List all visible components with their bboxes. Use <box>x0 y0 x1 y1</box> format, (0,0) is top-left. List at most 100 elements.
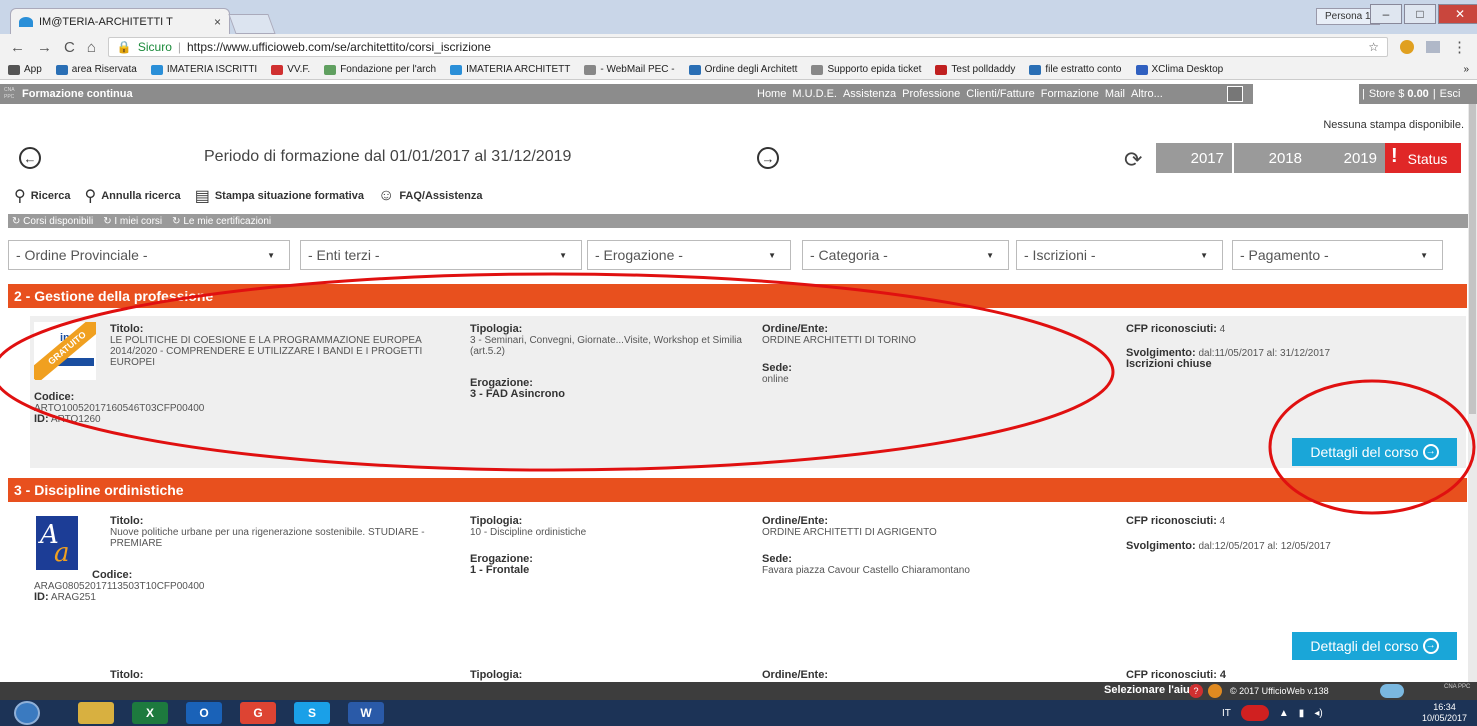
bookmark-label: App <box>24 64 42 75</box>
arrow-right-circle-icon: → <box>1422 444 1439 460</box>
filter-iscrizioni[interactable]: - Iscrizioni - ▼ <box>1016 240 1223 270</box>
filter-pagamento[interactable]: - Pagamento - ▼ <box>1232 240 1443 270</box>
print-report-button[interactable]: ▤ Stampa situazione formativa <box>195 186 364 206</box>
year-2018-button[interactable]: 2018 <box>1234 143 1310 173</box>
top-menu-item[interactable]: Home <box>757 88 786 100</box>
tray-app-icon[interactable] <box>1240 705 1269 721</box>
prev-period-icon[interactable]: ← <box>19 147 41 169</box>
bookmark-favicon-icon <box>584 64 597 75</box>
filter-enti-terzi[interactable]: - Enti terzi - ▼ <box>300 240 582 270</box>
tab-available-courses[interactable]: ↻ Corsi disponibili <box>12 216 93 227</box>
taskbar-app-icon[interactable]: O <box>186 702 222 724</box>
help-question-icon[interactable]: ? <box>1189 684 1203 698</box>
bookmark-item[interactable]: area Riservata <box>55 64 137 75</box>
minimize-button[interactable]: – <box>1370 4 1402 24</box>
refresh-icon[interactable]: ⟳ <box>1124 147 1142 173</box>
help-label[interactable]: Selezionare l'aiuto <box>1104 684 1200 696</box>
store-label[interactable]: Store $ 0.00 <box>1369 88 1429 100</box>
filter-ordine-provinciale[interactable]: - Ordine Provinciale - ▼ <box>8 240 290 270</box>
top-menu-item[interactable]: Altro... <box>1131 88 1163 100</box>
status-button[interactable]: ! Status <box>1385 143 1461 173</box>
cna-logo-icon: CNA PPC <box>4 87 15 100</box>
top-menu-item[interactable]: Formazione <box>1041 88 1099 100</box>
chevron-down-icon: ▼ <box>1200 250 1208 260</box>
top-menu-item[interactable]: Professione <box>902 88 960 100</box>
course-details-button[interactable]: Dettagli del corso → <box>1292 438 1457 466</box>
type-label: Tipologia: <box>470 323 523 335</box>
taskbar-app-icon[interactable]: G <box>240 702 276 724</box>
reload-icon[interactable]: C <box>64 39 75 56</box>
taskbar-app-icon[interactable]: X <box>132 702 168 724</box>
network-icon[interactable]: ▮ <box>1299 708 1305 719</box>
bookmark-item[interactable]: IMATERIA ARCHITETT <box>450 64 570 75</box>
bookmark-favicon-icon <box>688 64 701 75</box>
year-2017-button[interactable]: 2017 <box>1156 143 1232 173</box>
browser-tab[interactable]: IM@TERIA-ARCHITETTI T × <box>10 8 230 34</box>
url-input[interactable]: 🔒 Sicuro | https://www.ufficioweb.com/se… <box>107 37 1388 57</box>
bookmark-item[interactable]: Test polldaddy <box>935 64 1015 75</box>
bookmark-item[interactable]: VV.F. <box>271 64 310 75</box>
tray-arrow-icon[interactable]: ▲ <box>1279 708 1289 719</box>
search-button[interactable]: ⚲ Ricerca <box>14 186 70 206</box>
taskbar-app-icon[interactable] <box>78 702 114 724</box>
ufficioweb-logo-icon <box>1208 684 1222 698</box>
volume-icon[interactable]: ◂) <box>1314 708 1322 719</box>
bookmark-star-icon[interactable]: ☆ <box>1368 40 1379 54</box>
page-scrollbar[interactable] <box>1468 104 1477 682</box>
top-menu-item[interactable]: Clienti/Fatture <box>966 88 1034 100</box>
home-icon[interactable]: ⌂ <box>87 39 96 56</box>
bookmark-favicon-icon <box>450 64 463 75</box>
course-delivery-field: Erogazione: 3 - FAD Asincrono <box>470 378 760 400</box>
top-menu-item[interactable]: Assistenza <box>843 88 896 100</box>
filter-categoria[interactable]: - Categoria - ▼ <box>802 240 1009 270</box>
bookmark-item[interactable]: IMATERIA ISCRITTI <box>150 64 257 75</box>
browser-menu-icon[interactable]: ⋮ <box>1452 38 1467 56</box>
tab-close-icon[interactable]: × <box>214 15 221 29</box>
printer-icon: ▤ <box>194 188 210 205</box>
bookmark-item[interactable]: Ordine degli Architett <box>688 64 797 75</box>
extension-icon[interactable] <box>1426 41 1440 53</box>
bookmark-item[interactable]: XClima Desktop <box>1135 64 1223 75</box>
start-button[interactable] <box>14 701 40 725</box>
language-indicator[interactable]: IT <box>1222 708 1231 719</box>
scrollbar-thumb[interactable] <box>1469 104 1476 414</box>
extension-cookie-icon[interactable] <box>1400 40 1414 54</box>
forward-icon[interactable]: → <box>37 39 52 56</box>
clock[interactable]: 16:34 10/05/2017 <box>1422 702 1467 724</box>
bookmark-item[interactable]: Supporto epida ticket <box>811 64 921 75</box>
faq-button[interactable]: ☺ FAQ/Assistenza <box>378 187 482 205</box>
bookmarks-overflow-icon[interactable]: » <box>1463 64 1469 75</box>
top-menu-item[interactable]: Mail <box>1105 88 1125 100</box>
back-icon[interactable]: ← <box>10 39 25 56</box>
brand-title[interactable]: Formazione continua <box>22 88 133 100</box>
top-menu-item[interactable]: M.U.D.E. <box>792 88 837 100</box>
new-tab-button[interactable] <box>228 14 276 34</box>
filter-erogazione[interactable]: - Erogazione - ▼ <box>587 240 791 270</box>
reset-search-button[interactable]: ⚲ Annulla ricerca <box>84 186 180 206</box>
course-location-field: Sede: Favara piazza Cavour Castello Chia… <box>762 554 1092 577</box>
taskbar-app-icon[interactable]: S <box>294 702 330 724</box>
course-delivery-field: Erogazione: 1 - Frontale <box>470 554 760 576</box>
bookmark-item[interactable]: - WebMail PEC - <box>584 64 675 75</box>
window-close-button[interactable]: ✕ <box>1438 4 1477 24</box>
bookmark-item[interactable]: App <box>8 64 42 75</box>
year-2019-button[interactable]: 2019 <box>1309 143 1385 173</box>
chevron-down-icon: ▼ <box>768 250 776 260</box>
bookmark-item[interactable]: Fondazione per l'arch <box>324 64 436 75</box>
taskbar-app-icon[interactable]: W <box>348 702 384 724</box>
tab-my-certifications[interactable]: ↻ Le mie certificazioni <box>172 216 271 227</box>
maximize-button[interactable]: □ <box>1404 4 1436 24</box>
course-tabs: ↻ Corsi disponibili ↻ I miei corsi ↻ Le … <box>8 214 1470 228</box>
bookmark-favicon-icon <box>811 64 824 75</box>
bookmark-label: IMATERIA ARCHITETT <box>466 64 571 75</box>
bookmark-item[interactable]: file estratto conto <box>1029 64 1122 75</box>
next-period-icon[interactable]: → <box>757 147 779 169</box>
course-organizer: ORDINE ARCHITETTI DI AGRIGENTO <box>762 527 937 538</box>
exit-link[interactable]: Esci <box>1440 88 1461 100</box>
user-avatar-icon[interactable] <box>1227 86 1243 102</box>
type-label: Tipologia: <box>470 515 523 527</box>
arrow-right-circle-icon: → <box>1422 638 1439 654</box>
search-icon: ⚲ <box>14 188 26 205</box>
course-details-button[interactable]: Dettagli del corso → <box>1292 632 1457 660</box>
tab-my-courses[interactable]: ↻ I miei corsi <box>103 216 162 227</box>
